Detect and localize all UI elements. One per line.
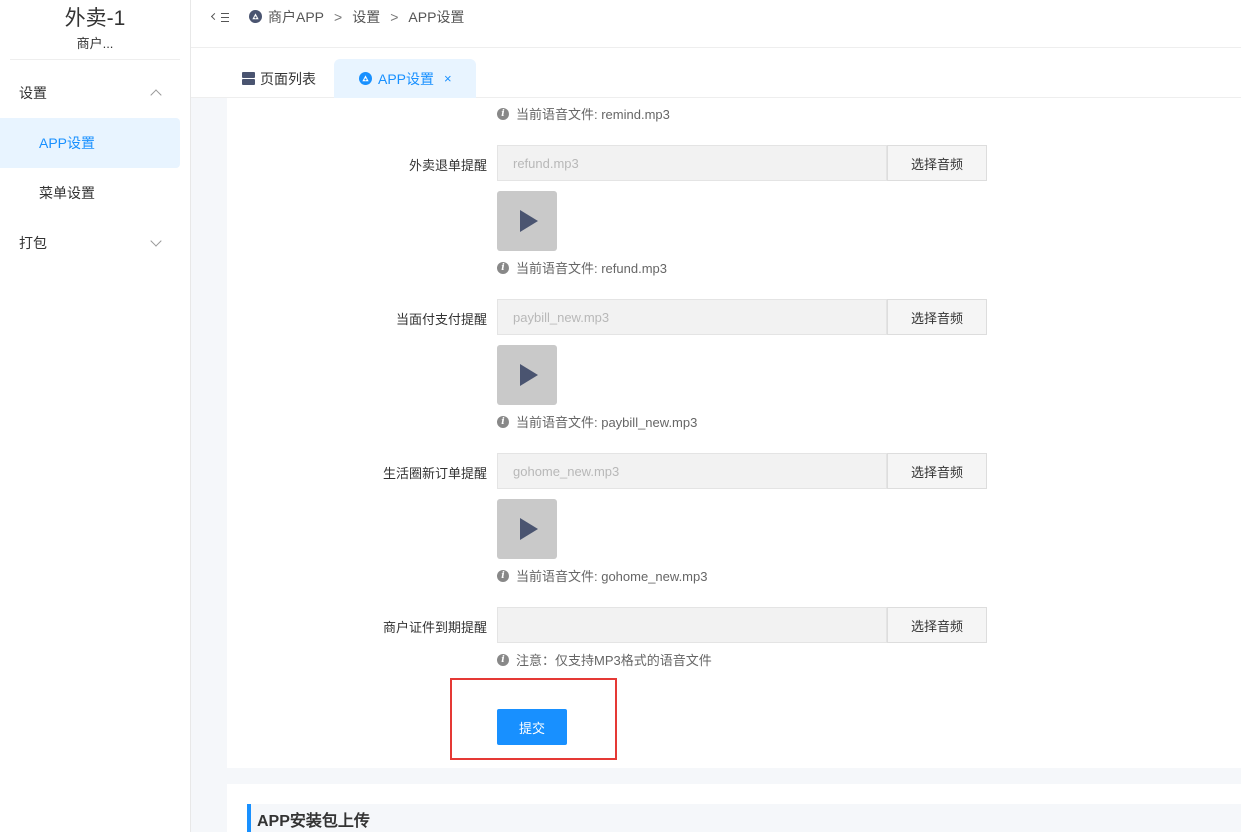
hint-text: 注意：仅支持MP3格式的语音文件 — [516, 653, 712, 668]
play-icon[interactable] — [497, 499, 557, 559]
sidebar-item-label: 菜单设置 — [39, 185, 95, 201]
android-app-icon — [249, 10, 262, 23]
form-hint: i 当前语音文件: refund.mp3 — [497, 258, 667, 277]
sidebar-group-label: 设置 — [19, 85, 47, 101]
info-icon: i — [497, 569, 509, 582]
tab-app-settings[interactable]: APP设置 × — [334, 59, 476, 98]
main-content: i 当前语音文件: remind.mp3 外卖退单提醒 refund.mp3 选… — [191, 98, 1241, 832]
sidebar-group-label: 打包 — [19, 235, 47, 251]
hint-text: 当前语音文件: remind.mp3 — [516, 107, 670, 122]
tab-bar: 页面列表 APP设置 × — [191, 48, 1241, 98]
tab-label: 页面列表 — [260, 70, 316, 87]
brand-title: 外卖-1 — [64, 7, 126, 30]
play-icon[interactable] — [497, 345, 557, 405]
field-label-gohome-alert: 生活圈新订单提醒 — [382, 466, 487, 481]
sidebar-group-settings[interactable]: 设置 — [0, 68, 190, 118]
brand-subtitle: 商户... — [76, 36, 114, 51]
chevron-down-icon — [150, 235, 162, 247]
hint-text: 当前语音文件: gohome_new.mp3 — [516, 569, 708, 584]
field-label-license-expiry-alert: 商户证件到期提醒 — [382, 620, 487, 635]
sidebar-group-packaging[interactable]: 打包 — [0, 218, 190, 268]
page-list-icon — [242, 72, 255, 85]
menu-fold-icon[interactable] — [210, 11, 229, 25]
form-hint: i 当前语音文件: gohome_new.mp3 — [497, 566, 707, 585]
breadcrumb: 商户APP > 设置 > APP设置 — [249, 7, 464, 27]
hint-text: 当前语音文件: refund.mp3 — [516, 261, 667, 276]
upload-section-card: APP安装包上传 — [227, 784, 1241, 832]
submit-button[interactable]: 提交 — [497, 709, 567, 745]
breadcrumb-separator: > — [334, 8, 343, 25]
breadcrumb-separator: > — [390, 8, 399, 25]
section-title: APP安装包上传 — [247, 804, 1241, 832]
form-hint: i 当前语音文件: remind.mp3 — [497, 104, 670, 123]
tab-label: APP设置 — [378, 70, 435, 87]
info-icon: i — [497, 107, 509, 120]
field-label-refund-alert: 外卖退单提醒 — [408, 158, 487, 173]
breadcrumb-item-settings[interactable]: 设置 — [352, 7, 380, 27]
field-label-paybill-alert: 当面付支付提醒 — [395, 312, 487, 327]
info-icon: i — [497, 261, 509, 274]
audio-file-input[interactable]: gohome_new.mp3 — [497, 453, 887, 489]
form-note: i 注意：仅支持MP3格式的语音文件 — [497, 650, 712, 669]
select-audio-button[interactable]: 选择音频 — [887, 145, 987, 181]
brand: 外卖-1 商户... — [10, 0, 180, 60]
form-hint: i 当前语音文件: paybill_new.mp3 — [497, 412, 697, 431]
info-icon: i — [497, 653, 509, 666]
close-icon[interactable]: × — [444, 71, 452, 86]
sidebar-item-app-settings[interactable]: APP设置 — [0, 118, 180, 168]
breadcrumb-item-app-settings: APP设置 — [408, 8, 465, 25]
select-audio-button[interactable]: 选择音频 — [887, 607, 987, 643]
sidebar-item-menu-settings[interactable]: 菜单设置 — [0, 168, 190, 218]
audio-file-input[interactable] — [497, 607, 887, 643]
tab-page-list[interactable]: 页面列表 — [225, 59, 334, 98]
top-header: 商户APP > 设置 > APP设置 — [191, 0, 1241, 48]
android-app-icon — [359, 72, 372, 85]
select-audio-button[interactable]: 选择音频 — [887, 299, 987, 335]
audio-file-input[interactable]: paybill_new.mp3 — [497, 299, 887, 335]
settings-form-card: i 当前语音文件: remind.mp3 外卖退单提醒 refund.mp3 选… — [227, 98, 1241, 768]
info-icon: i — [497, 415, 509, 428]
chevron-up-icon — [150, 89, 162, 101]
sidebar-item-label: APP设置 — [39, 135, 96, 151]
select-audio-button[interactable]: 选择音频 — [887, 453, 987, 489]
breadcrumb-item-merchant-app[interactable]: 商户APP — [268, 7, 324, 27]
hint-text: 当前语音文件: paybill_new.mp3 — [516, 415, 698, 430]
audio-file-input[interactable]: refund.mp3 — [497, 145, 887, 181]
play-icon[interactable] — [497, 191, 557, 251]
sidebar: 外卖-1 商户... 设置 APP设置 菜单设置 打包 — [0, 0, 191, 832]
